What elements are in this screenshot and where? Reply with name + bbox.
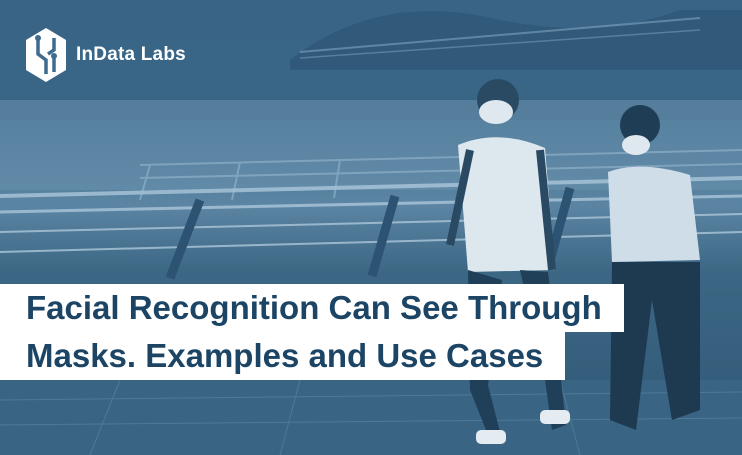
hero-banner: InData Labs Facial Recognition Can See T… <box>0 0 742 455</box>
headline-line-1: Facial Recognition Can See Through <box>0 284 624 332</box>
indata-labs-logo-icon <box>26 28 66 82</box>
headline-line-2: Masks. Examples and Use Cases <box>0 332 566 380</box>
brand-name: InData Labs <box>76 44 186 65</box>
brand-logo[interactable]: InData Labs <box>24 26 186 84</box>
